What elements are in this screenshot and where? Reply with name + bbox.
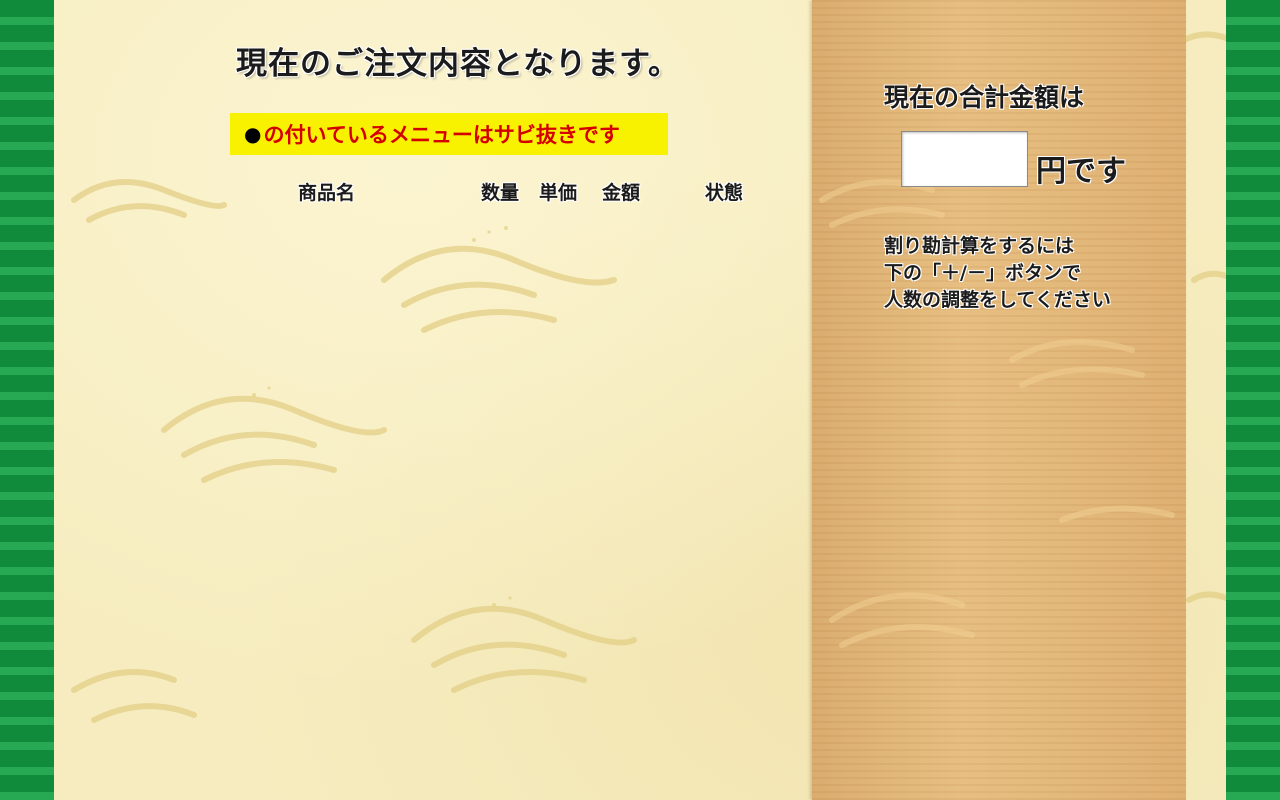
total-amount-label: 現在の合計金額は <box>884 83 1085 112</box>
total-panel <box>812 0 1186 800</box>
right-green-stripe <box>1226 0 1280 800</box>
bullet-icon: ● <box>244 122 262 146</box>
column-header-quantity: 数量 <box>481 182 520 204</box>
column-header-amount: 金額 <box>602 182 641 204</box>
column-header-status: 状態 <box>705 182 744 204</box>
yen-suffix-label: 円です <box>1036 154 1126 189</box>
wasabi-notice-text: の付いているメニューはサビ抜きです <box>263 123 620 147</box>
column-header-name: 商品名 <box>298 182 356 204</box>
column-header-unit-price: 単価 <box>539 182 578 204</box>
split-note-line: 割り勘計算をするには <box>884 235 1075 257</box>
panel-wave-decoration <box>819 179 1175 648</box>
split-note-line: 下の「＋/－」ボタンで <box>884 262 1081 284</box>
total-amount-field[interactable] <box>901 131 1028 187</box>
split-note-line: 人数の調整をしてください <box>884 289 1111 311</box>
order-heading: 現在のご注文内容となります。 <box>236 46 680 82</box>
split-bill-instructions: 割り勘計算をするには 下の「＋/－」ボタンで 人数の調整をしてください <box>884 233 1111 314</box>
wasabi-notice-banner: ● の付いているメニューはサビ抜きです <box>230 113 668 155</box>
left-green-stripe <box>0 0 54 800</box>
